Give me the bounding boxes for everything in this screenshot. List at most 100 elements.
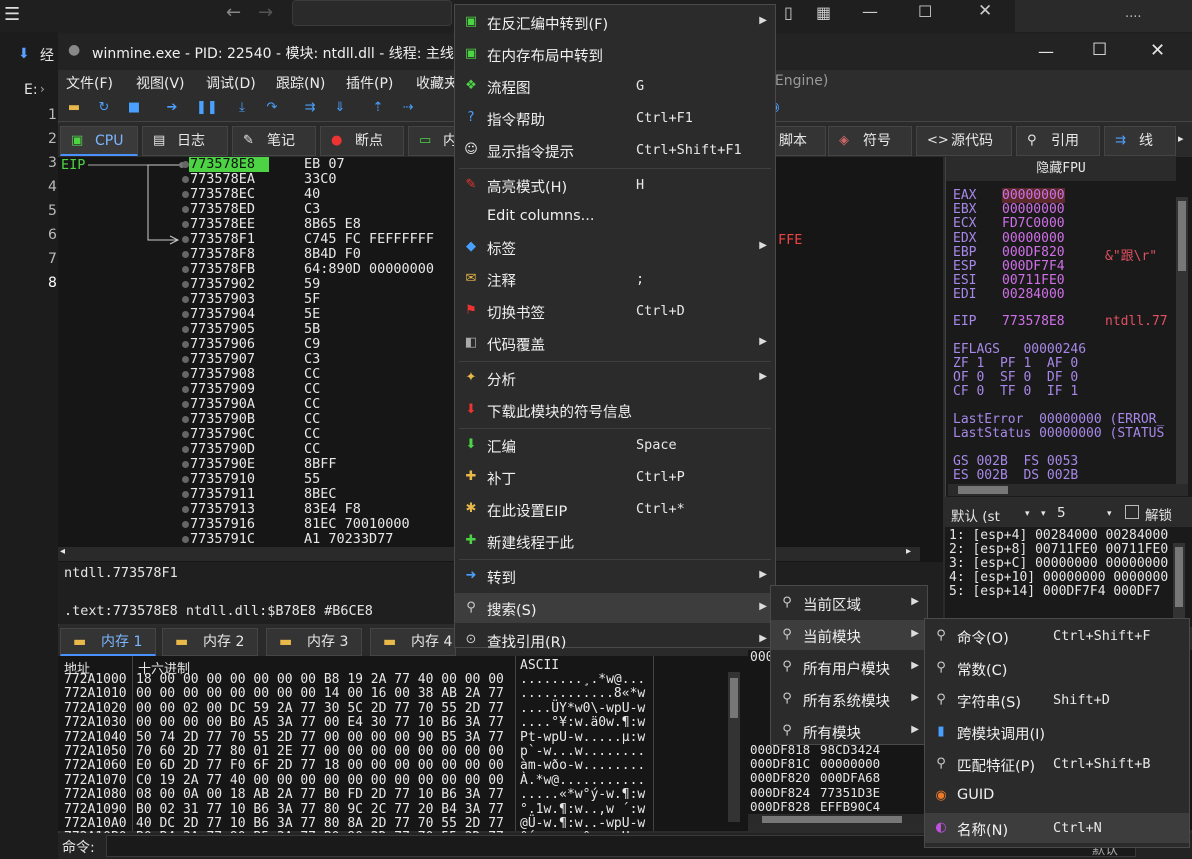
run-icon[interactable]: ➔ (164, 100, 180, 116)
register-line[interactable]: LastError 00000000 (ERROR_ (953, 412, 1164, 427)
tab-references[interactable]: ⚲ 引用 (1016, 126, 1100, 156)
calling-convention-select[interactable]: 默认 (st (951, 505, 1000, 525)
module-submenu-item-6[interactable]: ◐ 名称(N) Ctrl+N (925, 813, 1189, 843)
dump-hex[interactable]: 40 DC 2D 77 10 B6 3A 77 80 8A 2D 77 70 5… (136, 816, 504, 831)
dump-ascii[interactable]: ....ÜY*w0\-wpU-w (520, 701, 645, 716)
disasm-address[interactable]: 77357905 (190, 322, 255, 337)
stack-address[interactable]: 000DF81C (750, 756, 810, 771)
menu-item-7[interactable]: ◆ 标签 ▶ (455, 232, 775, 262)
dump-hex[interactable]: C0 19 2A 77 40 00 00 00 00 00 00 00 00 0… (136, 773, 504, 788)
stack-value[interactable]: 00000000 (820, 756, 880, 771)
unlock-checkbox[interactable] (1125, 505, 1139, 519)
menu-item-10[interactable]: ◧ 代码覆盖 ▶ (455, 328, 775, 358)
minimize-icon[interactable]: — (862, 2, 878, 21)
tab-source[interactable]: <> 源代码 (916, 126, 1012, 156)
dump-hex[interactable]: 50 74 2D 77 70 55 2D 77 00 00 00 00 90 B… (136, 730, 504, 745)
disasm-address[interactable]: 77357906 (190, 337, 255, 352)
disasm-address[interactable]: 7735790B (190, 412, 255, 427)
disasm-bytes[interactable]: 59 (304, 277, 320, 292)
dump-address[interactable]: 772A1050 (64, 744, 127, 759)
module-submenu-item-2[interactable]: ⚲ 字符串(S) Shift+D (925, 685, 1189, 715)
menu-item-19[interactable]: ⊙ 查找引用(R) ▶ (455, 625, 775, 655)
disasm-address[interactable]: 7735791C (190, 532, 255, 547)
disasm-bytes[interactable]: 8BFF (304, 457, 337, 472)
step-into-icon[interactable]: ⤓ (234, 100, 250, 116)
menu-item-18[interactable]: ⚲ 搜索(S) ▶ (455, 593, 775, 623)
close-icon[interactable]: ✕ (978, 1, 992, 21)
tab-cpu[interactable]: ▣ CPU (60, 126, 138, 156)
menu-item-1[interactable]: ▣ 在内存布局中转到 (455, 39, 775, 69)
disasm-address[interactable]: 773578EA (190, 172, 255, 187)
open-folder-icon[interactable]: ▬ (66, 100, 82, 116)
tab-memory-1[interactable]: ▬ 内存 1 (60, 628, 156, 656)
menu-debug[interactable]: 调试(D) (206, 73, 256, 93)
module-submenu-item-4[interactable]: ⚲ 匹配特征(P) Ctrl+Shift+B (925, 749, 1189, 779)
dump-address[interactable]: 772A1080 (64, 787, 127, 802)
menu-plugins[interactable]: 插件(P) (346, 73, 393, 93)
menu-item-5[interactable]: ✎ 高亮模式(H) H (455, 170, 775, 200)
disasm-address[interactable]: 773578F8 (190, 247, 255, 262)
trace-over-icon[interactable]: ⇓ (332, 100, 348, 116)
dump-ascii[interactable]: ....°¥:w.ä0w.¶:w (520, 715, 645, 730)
menu-item-2[interactable]: ❖ 流程图 G (455, 71, 775, 101)
breakpoint-dot-icon[interactable] (182, 161, 189, 168)
breakpoint-dot-icon[interactable] (182, 191, 189, 198)
disasm-address[interactable]: 773578FB (190, 262, 255, 277)
disasm-address[interactable]: 773578ED (190, 202, 255, 217)
layout-icon[interactable]: ▦ (816, 3, 831, 22)
stack-value[interactable]: EFFB90C4 (820, 799, 880, 814)
disasm-address[interactable]: 77357904 (190, 307, 255, 322)
dump-hex[interactable]: 70 60 2D 77 80 01 2E 77 00 00 00 00 00 0… (136, 744, 504, 759)
disasm-address[interactable]: 7735790C (190, 427, 255, 442)
register-value[interactable]: 000DF820 (1002, 245, 1065, 260)
breakpoint-dot-icon[interactable] (182, 491, 189, 498)
chevron-down-icon[interactable]: ▾ (1107, 509, 1112, 519)
register-line[interactable]: EFLAGS 00000246 (953, 342, 1086, 357)
menu-view[interactable]: 视图(V) (136, 73, 185, 93)
dump-address[interactable]: 772A1020 (64, 701, 127, 716)
dump-ascii[interactable]: ............8«*w (520, 686, 645, 701)
breakpoint-dot-icon[interactable] (182, 341, 189, 348)
tab-symbols[interactable]: ◈ 符号 (828, 126, 912, 156)
back-arrow-icon[interactable]: ← (226, 2, 241, 23)
register-value[interactable]: 00000000 (1002, 188, 1065, 203)
dump-ascii[interactable]: ........¸.*w@... (520, 672, 645, 687)
disasm-bytes[interactable]: CC (304, 427, 320, 442)
module-submenu-item-1[interactable]: ⚲ 常数(C) (925, 653, 1189, 683)
breakpoint-dot-icon[interactable] (182, 221, 189, 228)
breakpoint-dot-icon[interactable] (182, 281, 189, 288)
breakpoint-dot-icon[interactable] (182, 326, 189, 333)
breakpoint-dot-icon[interactable] (182, 461, 189, 468)
registers-hscrollbar[interactable] (948, 484, 1188, 496)
dump-ascii[interactable]: àm-wðo-w........ (520, 758, 645, 773)
dump-address[interactable]: 772A1010 (64, 686, 127, 701)
register-line[interactable]: GS 002B FS 0053 (953, 454, 1078, 469)
menu-item-0[interactable]: ▣ 在反汇编中转到(F) ▶ (455, 7, 775, 37)
dump-hex[interactable]: 00 00 02 00 DC 59 2A 77 30 5C 2D 77 70 5… (136, 701, 504, 716)
menu-item-3[interactable]: ? 指令帮助 Ctrl+F1 (455, 103, 775, 133)
dump-address[interactable]: 772A10A0 (64, 816, 127, 831)
menu-favorites[interactable]: 收藏夹 (416, 73, 458, 93)
dump-address[interactable]: 772A1030 (64, 715, 127, 730)
dump-address[interactable]: 772A1000 (64, 672, 127, 687)
breakpoint-dot-icon[interactable] (182, 236, 189, 243)
breakpoint-dot-icon[interactable] (182, 206, 189, 213)
breakpoint-dot-icon[interactable] (182, 401, 189, 408)
breakpoint-dot-icon[interactable] (182, 356, 189, 363)
disasm-bytes[interactable]: 8B65 E8 (304, 217, 361, 232)
dump-ascii[interactable]: Pt-wpU-w.....µ:w (520, 730, 645, 745)
menu-trace[interactable]: 跟踪(N) (276, 73, 325, 93)
disasm-bytes[interactable]: CC (304, 442, 320, 457)
disasm-bytes[interactable]: 5F (304, 292, 320, 307)
breakpoint-gutter[interactable] (178, 157, 189, 547)
register-line[interactable]: ES 002B DS 002B (953, 468, 1078, 483)
register-value[interactable]: 00000000 (1002, 231, 1065, 246)
dump-hex[interactable]: 18 00 00 00 00 00 00 00 B8 19 2A 77 40 0… (136, 672, 504, 687)
tab-scroll-right-icon[interactable]: ▸ (1178, 132, 1184, 145)
execute-till-return-icon[interactable]: ⇡ (370, 100, 386, 116)
disasm-bytes[interactable]: 83E4 F8 (304, 502, 361, 517)
menu-file[interactable]: 文件(F) (66, 73, 113, 93)
register-value[interactable]: 00000000 (1002, 202, 1065, 217)
menu-item-12[interactable]: ⬇ 下载此模块的符号信息 (455, 395, 775, 425)
breakpoint-dot-icon[interactable] (182, 176, 189, 183)
